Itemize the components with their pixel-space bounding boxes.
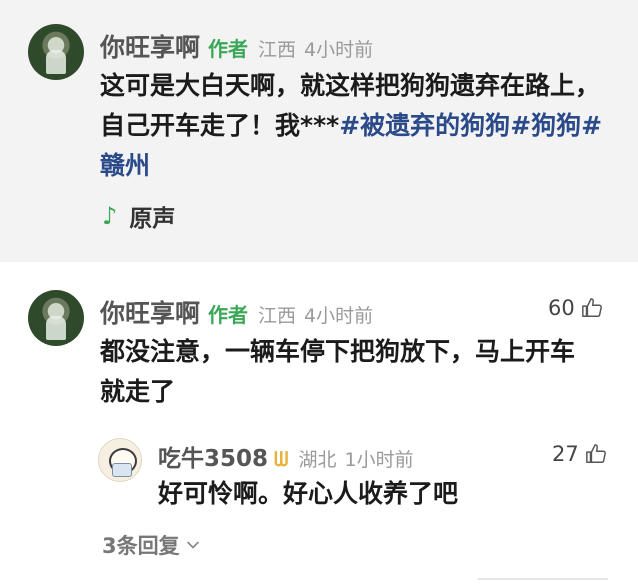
fan-badge-icon: ᗯ xyxy=(274,447,289,471)
expand-replies-button[interactable]: 3条回复 xyxy=(102,530,200,560)
reply-like-count: 27 xyxy=(552,442,579,466)
comment-author-tag: 作者 xyxy=(208,303,249,327)
comment-text-line: 都没注意，一辆车停下把狗放下，马上开车 xyxy=(100,337,576,366)
comment-time: 4小时前 xyxy=(304,305,374,327)
thumb-up-icon xyxy=(581,298,602,317)
sound-label: 原声 xyxy=(129,206,176,232)
more-replies-label: 3条回复 xyxy=(102,534,180,558)
reply-meta: 吃牛3508 ᗯ 湖北 1小时前 xyxy=(158,439,414,473)
comment-author-avatar[interactable] xyxy=(28,290,84,346)
reply-text: 好可怜啊。好心人收养了吧 xyxy=(158,479,459,508)
thumb-up-icon xyxy=(585,444,606,463)
post-text-line: 自己开车走了！我***#被遗弃的狗狗#狗狗# xyxy=(100,106,630,146)
post-time: 4小时前 xyxy=(304,39,374,61)
comment-author-name[interactable]: 你旺享啊 xyxy=(100,294,200,330)
hashtag-link[interactable]: #狗狗 xyxy=(510,111,581,140)
post-location: 江西 xyxy=(258,39,297,61)
music-note-icon: ♪ xyxy=(102,202,118,230)
hashtag-link[interactable]: 赣州 xyxy=(100,146,630,186)
reply-like-button[interactable]: 27 xyxy=(552,442,607,466)
chevron-down-icon xyxy=(186,541,199,549)
comment-location: 江西 xyxy=(258,305,297,327)
post-text: 这可是大白天啊，就这样把狗狗遗弃在路上， 自己开车走了！我***#被遗弃的狗狗#… xyxy=(100,66,630,186)
hashtag-link[interactable]: # xyxy=(581,111,602,140)
comment-like-count: 60 xyxy=(548,296,575,320)
hashtag-link[interactable]: #被遗弃的狗狗 xyxy=(339,111,510,140)
post-meta: 你旺享啊 作者 江西 4小时前 xyxy=(100,28,373,64)
reply-time: 1小时前 xyxy=(344,449,414,471)
author-name[interactable]: 你旺享啊 xyxy=(100,28,200,64)
original-sound[interactable]: ♪ 原声 xyxy=(102,199,175,233)
reply-location: 湖北 xyxy=(298,449,337,471)
author-tag: 作者 xyxy=(208,37,249,61)
bottom-divider xyxy=(478,578,608,580)
post-text-segment: 自己开车走了！我*** xyxy=(100,111,340,140)
comment-text: 都没注意，一辆车停下把狗放下，马上开车 就走了 xyxy=(100,332,630,412)
comment-meta: 你旺享啊 作者 江西 4小时前 xyxy=(100,294,373,330)
author-avatar[interactable] xyxy=(28,24,84,80)
comment-text-line: 就走了 xyxy=(100,377,176,406)
reply-author-avatar[interactable] xyxy=(98,438,142,482)
reply-author-name[interactable]: 吃牛3508 xyxy=(158,439,268,473)
comment-like-button[interactable]: 60 xyxy=(548,296,603,320)
post-text-line: 这可是大白天啊，就这样把狗狗遗弃在路上， xyxy=(100,71,601,100)
original-post: 你旺享啊 作者 江西 4小时前 这可是大白天啊，就这样把狗狗遗弃在路上， 自己开… xyxy=(0,0,638,262)
